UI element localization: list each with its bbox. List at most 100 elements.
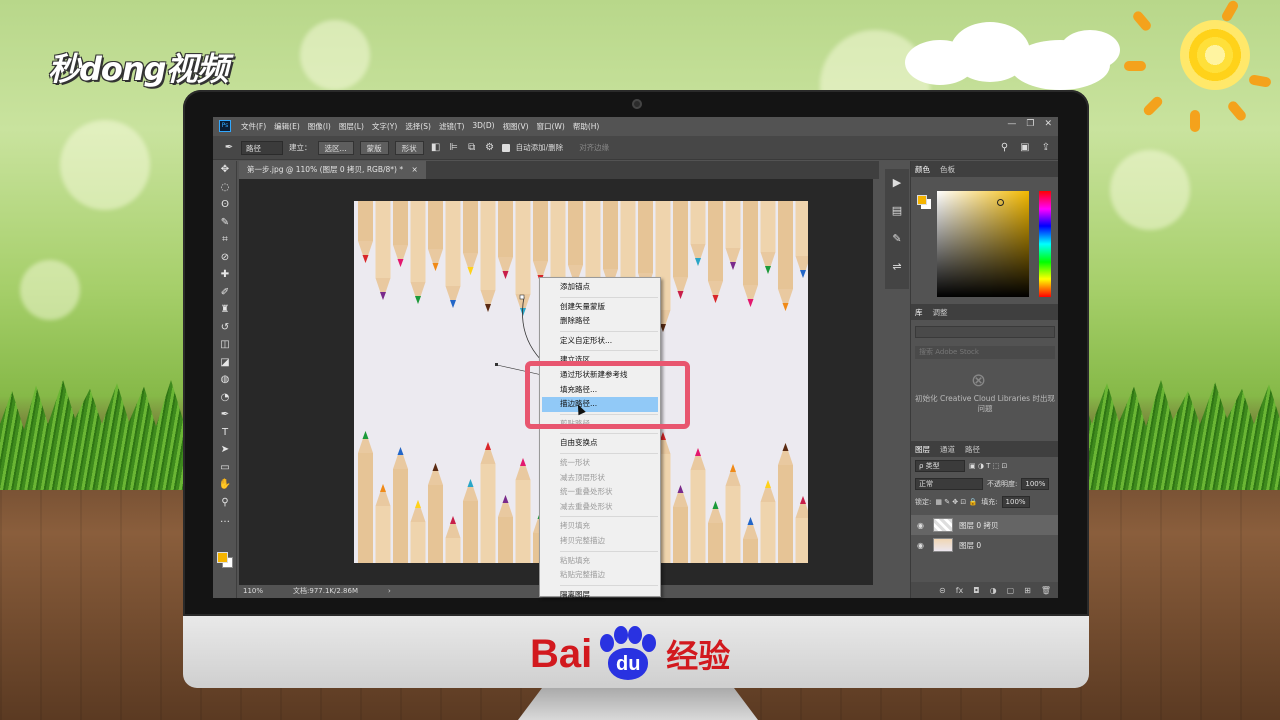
hue-slider[interactable] [1039,191,1051,297]
tab-library[interactable]: 库 [915,307,923,318]
history-brush-icon[interactable]: ↺ [213,319,237,337]
menu-item[interactable]: 滤镜(T) [435,121,468,132]
share-icon[interactable]: ⇪ [1042,142,1050,153]
menu-item[interactable]: 选择(S) [401,121,435,132]
path-operations-icon[interactable]: ◧ [430,142,442,153]
anchor-point[interactable] [519,294,525,300]
tab-swatches[interactable]: 色板 [940,164,955,175]
context-menu-item[interactable]: 自由变换点 [540,436,660,451]
healing-icon[interactable]: ✚ [213,266,237,284]
restore-icon[interactable]: ❐ [1026,119,1034,129]
lasso-icon[interactable]: ʘ [213,196,237,214]
quick-select-icon[interactable]: ✎ [213,214,237,232]
hand-icon[interactable]: ✋ [213,476,237,494]
layer-filter-select[interactable]: ρ 类型 [915,460,965,472]
tab-paths[interactable]: 路径 [965,444,980,455]
tab-close-icon[interactable]: × [411,165,417,174]
pen-icon[interactable]: ✒ [213,406,237,424]
new-layer-icon[interactable]: ⊞ [1024,586,1031,595]
zoom-icon[interactable]: ⚲ [213,494,237,512]
context-menu-item[interactable]: 创建矢量蒙版 [540,300,660,315]
marquee-icon[interactable]: ◌ [213,179,237,197]
context-menu-item[interactable]: 添加锚点 [540,280,660,295]
blur-icon[interactable]: ◍ [213,371,237,389]
context-menu-item[interactable]: 删除路径 [540,314,660,329]
menu-item[interactable]: 编辑(E) [270,121,304,132]
path-arrangement-icon[interactable]: ⧉ [466,142,478,153]
adjustment-layer-icon[interactable]: ◑ [990,586,997,595]
properties-icon[interactable]: ▤ [885,197,909,225]
menu-item[interactable]: 图层(L) [335,121,368,132]
brush-settings-icon[interactable]: ✎ [885,225,909,253]
close-icon[interactable]: ✕ [1044,119,1052,129]
tool-mode-select[interactable]: 路径 [241,140,283,155]
color-picker-field[interactable] [937,191,1029,297]
foreground-color-swatch[interactable] [217,552,228,563]
lock-icons[interactable]: ▦ ✎ ✥ ⊡ 🔒 [935,498,977,506]
path-select-icon[interactable]: ➤ [213,441,237,459]
zoom-level[interactable]: 110% [243,585,263,598]
panel-foreground-swatch[interactable] [917,195,927,205]
brush-icon[interactable]: ✐ [213,284,237,302]
gear-icon[interactable]: ⚙ [484,142,496,153]
status-arrow[interactable]: › [388,585,391,598]
adjust-icon[interactable]: ⇌ [885,253,909,281]
make-shape-button[interactable]: 形状 [394,140,424,155]
layer-thumbnail[interactable] [933,538,953,552]
tab-channels[interactable]: 通道 [940,444,955,455]
mask-icon[interactable]: ◘ [973,586,979,595]
context-menu-item[interactable]: 隔离图层 [540,588,660,603]
fill-input[interactable]: 100% [1001,496,1030,508]
library-search-input[interactable]: 搜索 Adobe Stock [915,346,1055,359]
library-select[interactable] [915,326,1055,338]
layer-thumbnail[interactable] [933,518,953,532]
eyedropper-icon[interactable]: ⊘ [213,249,237,267]
visibility-eye-icon[interactable]: ◉ [917,521,927,530]
document-size[interactable]: 文档:977.1K/2.86M [293,585,358,598]
tab-adjustments[interactable]: 调整 [933,307,948,318]
type-icon[interactable]: T [213,424,237,442]
tab-layers[interactable]: 图层 [915,444,930,455]
make-selection-button[interactable]: 选区... [317,140,354,155]
photoshop-app-icon[interactable]: Ps [219,120,231,132]
menu-item[interactable]: 视图(V) [499,121,533,132]
menu-item[interactable]: 图像(I) [304,121,335,132]
rectangle-icon[interactable]: ▭ [213,459,237,477]
opacity-input[interactable]: 100% [1021,478,1050,490]
menu-item[interactable]: 窗口(W) [533,121,569,132]
align-edges-label[interactable]: 对齐边缘 [579,142,609,153]
stamp-icon[interactable]: ♜ [213,301,237,319]
menu-item[interactable]: 帮助(H) [569,121,604,132]
more-icon[interactable]: … [213,511,237,529]
pen-tool-preset-icon[interactable]: ✒ [223,142,235,153]
menu-item[interactable]: 文字(Y) [368,121,401,132]
context-menu-item[interactable]: 定义自定形状... [540,334,660,349]
minimize-icon[interactable]: — [1007,119,1016,129]
layer-row[interactable]: ◉ 图层 0 拷贝 [911,515,1058,535]
dodge-icon[interactable]: ◔ [213,389,237,407]
gradient-icon[interactable]: ◪ [213,354,237,372]
crop-icon[interactable]: ⌗ [213,231,237,249]
filter-icons[interactable]: ▣ ◑ T ⬚ ⊡ [969,462,1007,470]
search-icon[interactable]: ⚲ [1001,142,1008,153]
make-mask-button[interactable]: 蒙版 [359,140,389,155]
handle-point[interactable] [495,363,498,366]
move-icon[interactable]: ✥ [213,161,237,179]
auto-add-delete-checkbox[interactable] [501,143,510,152]
tab-color[interactable]: 颜色 [915,164,930,175]
blend-mode-select[interactable]: 正常 [915,478,983,490]
history-icon[interactable]: ▶ [885,169,909,197]
visibility-eye-icon[interactable]: ◉ [917,541,927,550]
menu-item[interactable]: 文件(F) [237,121,270,132]
color-picker-cursor[interactable] [997,199,1004,206]
fx-icon[interactable]: fx [956,586,964,595]
document-tab[interactable]: 第一步.jpg @ 110% (图层 0 拷贝, RGB/8*) * × [239,161,426,179]
workspace-icon[interactable]: ▣ [1020,142,1029,153]
link-layers-icon[interactable]: ⊝ [939,586,946,595]
trash-icon[interactable]: 🗑 [1041,586,1051,595]
menu-item[interactable]: 3D(D) [468,121,498,132]
group-icon[interactable]: ▢ [1007,586,1015,595]
layer-row[interactable]: ◉ 图层 0 [911,535,1058,555]
path-alignment-icon[interactable]: ⊫ [448,142,460,153]
eraser-icon[interactable]: ◫ [213,336,237,354]
